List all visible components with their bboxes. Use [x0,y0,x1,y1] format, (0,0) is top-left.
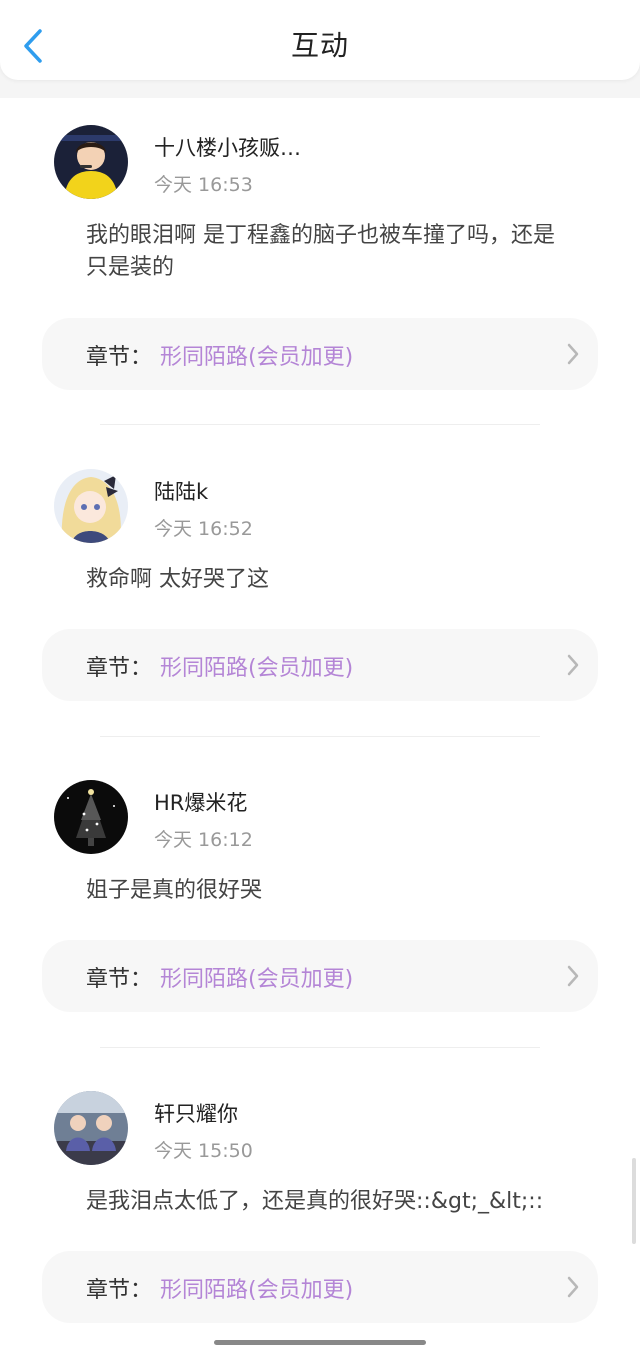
user-avatar-icon [54,125,128,199]
avatar[interactable] [54,125,128,199]
timestamp: 今天 16:53 [154,174,253,196]
chapter-label: 章节： [86,345,153,370]
chapter-label: 章节： [86,1278,153,1303]
divider [100,424,540,425]
username[interactable]: 十八楼小孩贩… [154,132,301,162]
page-title: 互动 [290,29,349,62]
chapter-label: 章节： [86,656,153,681]
timestamp: 今天 16:12 [154,829,253,851]
chapter-title: 形同陌路(会员加更) [160,656,354,681]
chapter-label: 章节： [86,967,153,992]
scrollbar[interactable] [632,1158,636,1244]
user-avatar-icon [54,469,128,543]
chapter-title: 形同陌路(会员加更) [160,345,354,370]
timestamp: 今天 16:52 [154,518,253,540]
chapter-link[interactable]: 章节： 形同陌路(会员加更) [42,1251,598,1323]
home-indicator[interactable] [214,1340,426,1345]
comment-list[interactable]: 十八楼小孩贩… 今天 16:53 我的眼泪啊 是丁程鑫的脑子也被车撞了吗，还是只… [0,98,640,1351]
chapter-title: 形同陌路(会员加更) [160,1278,354,1303]
comment-text: 我的眼泪啊 是丁程鑫的脑子也被车撞了吗，还是只是装的 [86,223,555,280]
user-avatar-icon [54,780,128,854]
top-bar: 互动 [0,0,640,80]
username[interactable]: 轩只耀你 [154,1098,238,1128]
chevron-right-icon [567,965,579,987]
comment-text: 姐子是真的很好哭 [86,878,263,903]
avatar[interactable] [54,469,128,543]
user-avatar-icon [54,1091,128,1165]
chapter-link[interactable]: 章节： 形同陌路(会员加更) [42,318,598,390]
chevron-right-icon [567,654,579,676]
timestamp: 今天 15:50 [154,1140,253,1162]
divider [100,736,540,737]
comment-text: 是我泪点太低了，还是真的很好哭::&gt;_&lt;:: [86,1189,544,1214]
username[interactable]: 陆陆k [154,476,208,506]
chapter-link[interactable]: 章节： 形同陌路(会员加更) [42,940,598,1012]
comment-text: 救命啊 太好哭了这 [86,567,269,592]
chevron-right-icon [567,343,579,365]
chevron-right-icon [567,1276,579,1298]
divider [100,1047,540,1048]
chapter-link[interactable]: 章节： 形同陌路(会员加更) [42,629,598,701]
username[interactable]: HR爆米花 [154,787,247,817]
avatar[interactable] [54,1091,128,1165]
chapter-title: 形同陌路(会员加更) [160,967,354,992]
avatar[interactable] [54,780,128,854]
